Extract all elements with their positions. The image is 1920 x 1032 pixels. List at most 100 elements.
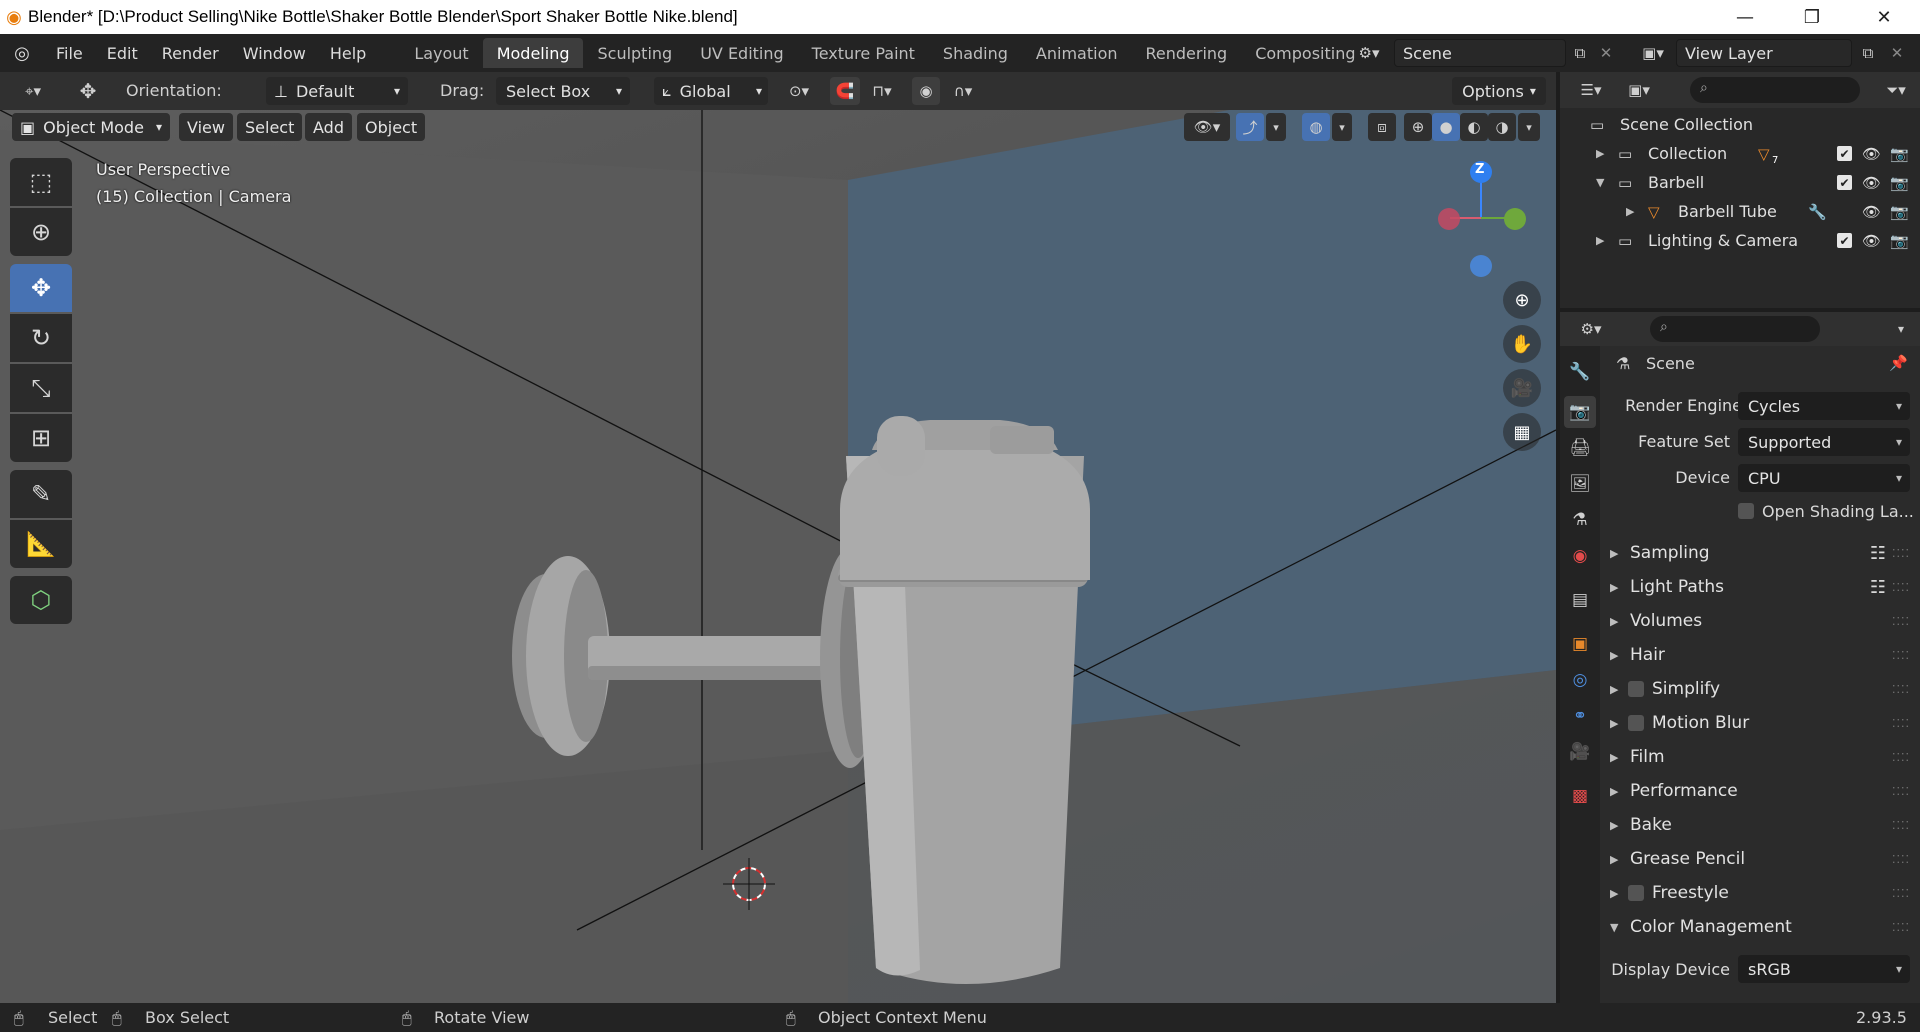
solid-shading-icon[interactable]: ● [1432, 113, 1460, 141]
zoom-icon[interactable]: ⊕ [1503, 281, 1541, 319]
tab-modeling[interactable]: Modeling [482, 38, 584, 68]
editor-type-icon[interactable]: ⌖▾ [10, 77, 56, 105]
rotate-tool-icon[interactable]: ↻ [10, 314, 72, 362]
drag-dropdown[interactable]: Select Box ▾ [496, 77, 630, 105]
drag-grip-icon[interactable]: ⁚⁚⁚⁚ [1892, 717, 1910, 730]
snap-element-icon[interactable]: ⊓▾ [862, 77, 902, 105]
object-data-tab-icon[interactable]: 🎥 [1564, 736, 1596, 768]
add-menu[interactable]: Add [305, 113, 352, 141]
menu-help[interactable]: Help [318, 38, 378, 68]
tab-uv-editing[interactable]: UV Editing [686, 38, 797, 68]
drag-grip-icon[interactable]: ⁚⁚⁚⁚ [1892, 683, 1910, 696]
new-view-layer-icon[interactable]: ⧉ [1856, 39, 1880, 67]
object-mode-dropdown[interactable]: ▣ Object Mode ▾ [12, 113, 170, 141]
open-shading-language-toggle[interactable]: Open Shading La... [1738, 498, 1918, 524]
tab-shading[interactable]: Shading [929, 38, 1022, 68]
constraints-tab-icon[interactable]: ⚭ [1564, 700, 1596, 732]
properties-search-input[interactable]: ⌕ [1650, 316, 1820, 342]
move-tool-icon[interactable]: ✥ [10, 264, 72, 312]
output-tab-icon[interactable]: 🖨 [1564, 432, 1596, 464]
drag-grip-icon[interactable]: ⁚⁚⁚⁚ [1892, 751, 1910, 764]
tab-layout[interactable]: Layout [400, 38, 482, 68]
exclude-checkbox[interactable]: ✔ [1837, 175, 1852, 190]
menu-file[interactable]: File [44, 38, 95, 68]
menu-render[interactable]: Render [150, 38, 231, 68]
perspective-grid-icon[interactable]: ▦ [1503, 413, 1541, 451]
eye-icon[interactable]: 👁 [1862, 145, 1881, 163]
drag-grip-icon[interactable]: ⁚⁚⁚⁚ [1892, 649, 1910, 662]
render-tab-icon[interactable]: 📷 [1564, 396, 1596, 428]
osl-checkbox[interactable] [1738, 503, 1754, 519]
proportional-falloff-icon[interactable]: ∩▾ [942, 77, 984, 105]
delete-scene-icon[interactable]: ✕ [1596, 39, 1616, 67]
camera-render-icon[interactable]: 📷 [1890, 203, 1909, 221]
panel-motion-blur[interactable]: ▶ Motion Blur ⁚⁚⁚⁚ [1600, 706, 1920, 740]
device-dropdown[interactable]: CPU ▾ [1738, 464, 1910, 492]
gizmo-toggle-icon[interactable]: ⤴ [1236, 113, 1264, 141]
close-button[interactable]: ✕ [1854, 0, 1914, 34]
view-layer-tab-icon[interactable]: 🖼 [1564, 468, 1596, 500]
pivot-point-icon[interactable]: ⊙▾ [778, 77, 820, 105]
camera-render-icon[interactable]: 📷 [1890, 145, 1909, 163]
scene-selector-icon[interactable]: ⚙▾ [1348, 39, 1390, 67]
shading-dropdown-icon[interactable]: ▾ [1518, 113, 1540, 141]
freestyle-checkbox[interactable] [1628, 885, 1644, 901]
transform-pivot-icon[interactable]: ✥ [70, 77, 106, 105]
orientation-dropdown[interactable]: ⊥ Default ▾ [266, 77, 408, 105]
filter-icon[interactable]: ⏷▾ [1878, 76, 1914, 104]
properties-options-icon[interactable]: ▾ [1890, 315, 1912, 343]
blender-menu-icon[interactable]: ◎ [0, 38, 44, 68]
exclude-checkbox[interactable]: ✔ [1837, 233, 1852, 248]
scale-tool-icon[interactable]: ⤡ [10, 364, 72, 412]
drag-grip-icon[interactable]: ⁚⁚⁚⁚ [1892, 921, 1910, 934]
camera-view-icon[interactable]: 🎥 [1503, 369, 1541, 407]
select-box-tool-icon[interactable]: ⬚ [10, 158, 72, 206]
view-layer-selector-icon[interactable]: ▣▾ [1634, 39, 1672, 67]
properties-editor-type-icon[interactable]: ⚙▾ [1570, 315, 1612, 343]
minimize-button[interactable]: — [1715, 0, 1775, 34]
outliner-editor-type-icon[interactable]: ☰▾ [1570, 76, 1612, 104]
add-cube-tool-icon[interactable]: ⬡ [10, 576, 72, 624]
pin-icon[interactable]: 📌 [1889, 354, 1908, 372]
object-menu[interactable]: Object [357, 113, 426, 141]
view-menu[interactable]: View [179, 113, 233, 141]
world-tab-icon[interactable]: ◉ [1564, 540, 1596, 572]
eye-icon[interactable]: 👁 [1862, 174, 1881, 192]
panel-bake[interactable]: ▶ Bake ⁚⁚⁚⁚ [1600, 808, 1920, 842]
object-tab-icon[interactable]: ▣ [1564, 628, 1596, 660]
drag-grip-icon[interactable]: ⁚⁚⁚⁚ [1892, 819, 1910, 832]
exclude-checkbox[interactable]: ✔ [1837, 146, 1852, 161]
transform-orientation-dropdown[interactable]: ⟀ Global ▾ [654, 77, 768, 105]
drag-grip-icon[interactable]: ⁚⁚⁚⁚ [1892, 615, 1910, 628]
expand-arrow-icon[interactable]: ▶ [1626, 205, 1634, 218]
camera-render-icon[interactable]: 📷 [1890, 174, 1909, 192]
tab-rendering[interactable]: Rendering [1132, 38, 1242, 68]
view-layer-field[interactable]: View Layer [1676, 39, 1852, 67]
display-device-dropdown[interactable]: sRGB ▾ [1738, 955, 1910, 983]
panel-performance[interactable]: ▶ Performance ⁚⁚⁚⁚ [1600, 774, 1920, 808]
gizmo-dropdown-icon[interactable]: ▾ [1266, 113, 1286, 141]
presets-list-icon[interactable]: ☷ [1870, 577, 1886, 598]
physics-tab-icon[interactable]: ◎ [1564, 664, 1596, 696]
delete-view-layer-icon[interactable]: ✕ [1886, 39, 1908, 67]
annotate-tool-icon[interactable]: ✎ [10, 470, 72, 518]
overlays-toggle-icon[interactable]: ◍ [1302, 113, 1330, 141]
snap-toggle-icon[interactable]: 🧲 [830, 77, 860, 105]
drag-grip-icon[interactable]: ⁚⁚⁚⁚ [1892, 547, 1910, 560]
expand-arrow-icon[interactable]: ▶ [1596, 147, 1604, 160]
proportional-edit-icon[interactable]: ◉ [912, 77, 940, 105]
render-engine-dropdown[interactable]: Cycles ▾ [1738, 392, 1910, 420]
overlays-dropdown-icon[interactable]: ▾ [1332, 113, 1352, 141]
panel-hair[interactable]: ▶ Hair ⁚⁚⁚⁚ [1600, 638, 1920, 672]
drag-grip-icon[interactable]: ⁚⁚⁚⁚ [1892, 785, 1910, 798]
3d-viewport[interactable]: Z ⊕ ✋ 🎥 ▦ [0, 110, 1556, 1003]
restore-button[interactable]: ❐ [1782, 0, 1842, 34]
panel-simplify[interactable]: ▶ Simplify ⁚⁚⁚⁚ [1600, 672, 1920, 706]
panel-light-paths[interactable]: ▶ Light Paths ☷ ⁚⁚⁚⁚ [1600, 570, 1920, 604]
select-menu[interactable]: Select [237, 113, 303, 141]
outliner-row-lighting-camera[interactable]: ▶ ▭ Lighting & Camera ✔ 👁 📷 [1560, 226, 1920, 255]
tab-sculpting[interactable]: Sculpting [583, 38, 686, 68]
gizmo-y-handle[interactable] [1504, 208, 1526, 230]
cursor-tool-icon[interactable]: ⊕ [10, 208, 72, 256]
options-dropdown[interactable]: Options ▾ [1452, 77, 1546, 105]
